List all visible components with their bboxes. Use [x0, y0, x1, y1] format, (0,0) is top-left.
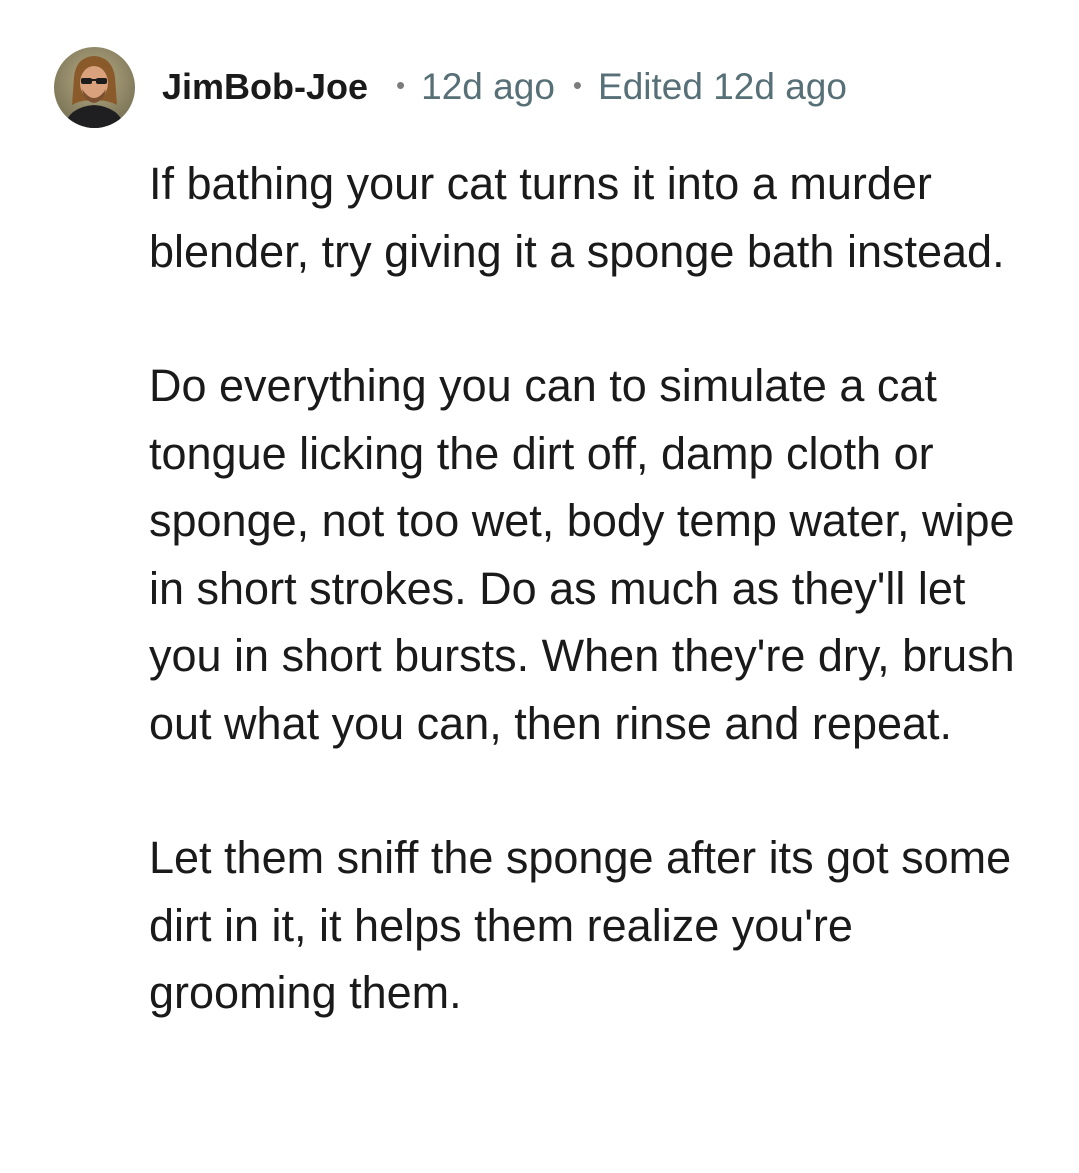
comment-meta: JimBob-Joe • 12d ago • Edited 12d ago — [162, 66, 847, 108]
comment-header: JimBob-Joe • 12d ago • Edited 12d ago — [54, 46, 847, 128]
meta-separator: • — [572, 69, 583, 100]
posted-timestamp[interactable]: 12d ago — [421, 66, 555, 108]
comment-paragraph: Let them sniff the sponge after its got … — [149, 832, 1012, 1018]
edited-timestamp: Edited 12d ago — [598, 66, 847, 107]
comment-paragraph: If bathing your cat turns it into a murd… — [149, 158, 1005, 277]
comment-paragraph: Do everything you can to simulate a cat … — [149, 360, 1015, 749]
meta-separator: • — [396, 69, 406, 100]
author-username[interactable]: JimBob-Joe — [162, 66, 368, 108]
comment: JimBob-Joe • 12d ago • Edited 12d ago If… — [0, 0, 1079, 1173]
avatar-photo-icon — [54, 46, 135, 128]
comment-body: If bathing your cat turns it into a murd… — [149, 150, 1029, 1027]
avatar[interactable] — [54, 46, 135, 128]
